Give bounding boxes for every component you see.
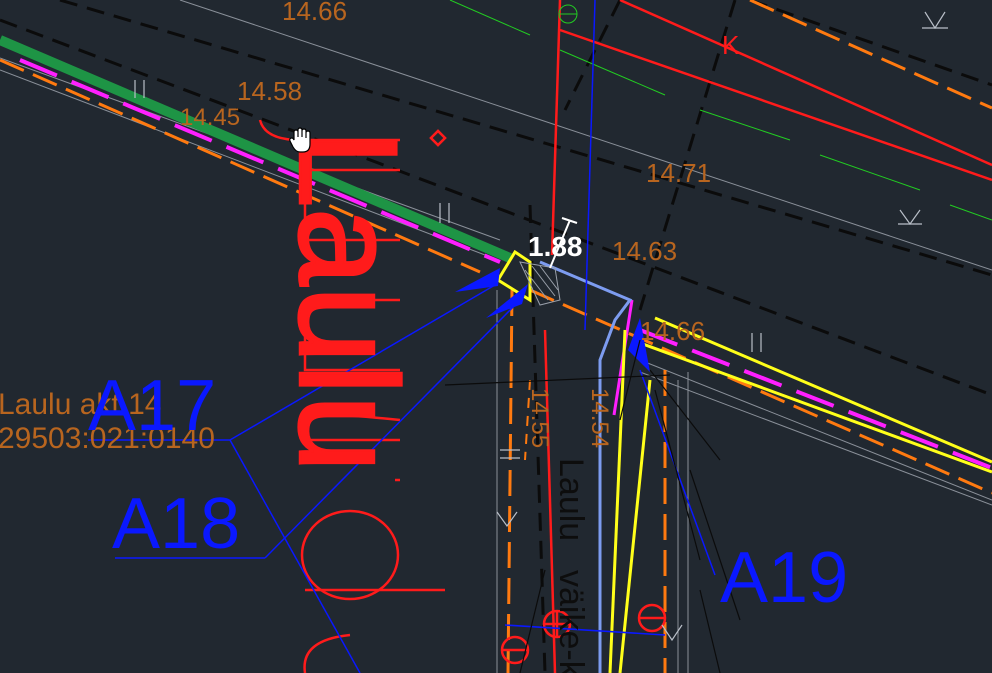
elevation-label-6: 14.55 xyxy=(526,388,553,448)
street-label-vertical: Laulu xyxy=(552,458,590,541)
elevation-label-5: 14.66 xyxy=(640,316,705,346)
street-name-big: Laulu xyxy=(270,130,427,473)
elevation-label-4: 14.63 xyxy=(612,236,677,266)
cad-drawing-canvas[interactable]: 14.66 14.58 14.45 14.71 14.63 14.66 14.5… xyxy=(0,0,992,673)
street-label-vertical-2: väike-kl xyxy=(552,570,590,673)
green-band xyxy=(0,35,512,263)
red-letter-label: K xyxy=(722,30,740,60)
elevation-label-3: 14.71 xyxy=(646,158,711,188)
elevation-label-top: 14.66 xyxy=(282,0,347,26)
callout-a18: A18 xyxy=(112,484,240,564)
dimension-label: 1.88 xyxy=(528,231,583,262)
callout-a19: A19 xyxy=(720,538,848,618)
green-thin-lines xyxy=(449,0,992,221)
cad-viewport[interactable]: 14.66 14.58 14.45 14.71 14.63 14.66 14.5… xyxy=(0,0,992,673)
elevation-label-7: 14.54 xyxy=(586,388,613,448)
elevation-label-1: 14.58 xyxy=(237,76,302,106)
callout-a17: A17 xyxy=(88,366,216,446)
elevation-label-2: 14.45 xyxy=(180,104,240,131)
